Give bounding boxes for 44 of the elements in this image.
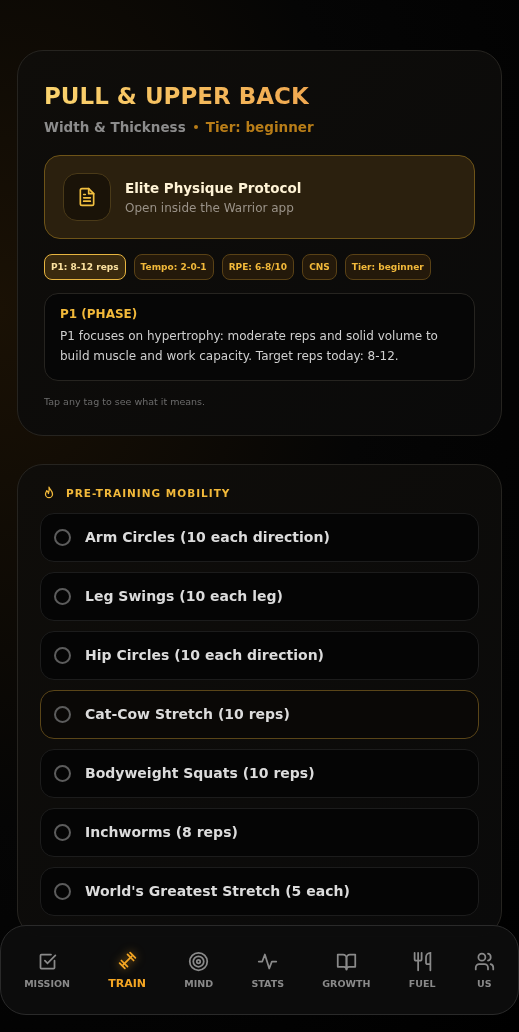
checklist-item[interactable]: Bodyweight Squats (10 reps) — [40, 748, 479, 798]
dot-icon — [193, 125, 198, 129]
radio-circle[interactable] — [54, 528, 71, 546]
users-icon — [473, 951, 495, 972]
workout-subtitle: Width & Thickness — [44, 119, 186, 135]
protocol-title: Elite Physique Protocol — [125, 179, 302, 196]
tier-label: Tier: beginner — [205, 119, 314, 135]
nav-tab[interactable]: TRAIN — [106, 946, 149, 994]
checklist-item[interactable]: Leg Swings (10 each leg) — [40, 571, 479, 621]
radio-circle[interactable] — [54, 587, 71, 605]
book-icon — [335, 951, 357, 972]
tag-chip[interactable]: Tempo: 2-0-1 — [133, 254, 214, 280]
section-title: PRE-TRAINING MOBILITY — [66, 486, 231, 499]
tag-info-title: P1 (PHASE) — [60, 307, 139, 321]
target-icon — [188, 951, 210, 972]
utensils-icon — [411, 951, 433, 972]
flame-icon — [42, 484, 56, 501]
radio-circle[interactable] — [54, 882, 71, 900]
tag-chip[interactable]: P1: 8-12 reps — [44, 254, 126, 280]
radio-circle[interactable] — [54, 705, 71, 723]
checklist-item[interactable]: Hip Circles (10 each direction) — [40, 630, 479, 680]
hint-text: Tap any tag to see what it means. — [44, 395, 207, 407]
nav-tab[interactable]: MIND — [182, 947, 216, 993]
tag-info-text: P1 focuses on hypertrophy: moderate reps and solid volume to build muscle and work capacity. Target reps today: 8-12. — [60, 328, 439, 365]
radio-circle[interactable] — [54, 646, 71, 664]
nav-tab[interactable]: STATS — [249, 947, 286, 993]
checklist-item[interactable]: Cat-Cow Stretch (10 reps) — [40, 689, 479, 739]
checklist-item[interactable]: World's Greatest Stretch (5 each) — [40, 866, 479, 916]
document-icon — [63, 173, 111, 221]
radio-circle[interactable] — [54, 823, 71, 841]
tag-chip[interactable]: RPE: 6-8/10 — [221, 254, 295, 280]
protocol-subtitle: Open inside the Warrior app — [125, 200, 295, 215]
checklist-item[interactable]: Inchworms (8 reps) — [40, 807, 479, 857]
tag-chip[interactable]: Tier: beginner — [344, 254, 431, 280]
protocol-card[interactable]: Elite Physique Protocol Open inside the Warrior app — [44, 155, 475, 239]
dumbbell-icon — [116, 950, 138, 971]
tag-chip[interactable]: CNS — [302, 254, 337, 280]
nav-tab[interactable]: US — [471, 947, 497, 993]
pulse-icon — [257, 951, 279, 972]
radio-circle[interactable] — [54, 764, 71, 782]
checklist-item[interactable]: Arm Circles (10 each direction) — [40, 512, 479, 562]
nav-tab[interactable]: MISSION — [22, 947, 72, 993]
nav-tab[interactable]: FUEL — [406, 947, 438, 993]
nav-tab[interactable]: GROWTH — [320, 947, 373, 993]
